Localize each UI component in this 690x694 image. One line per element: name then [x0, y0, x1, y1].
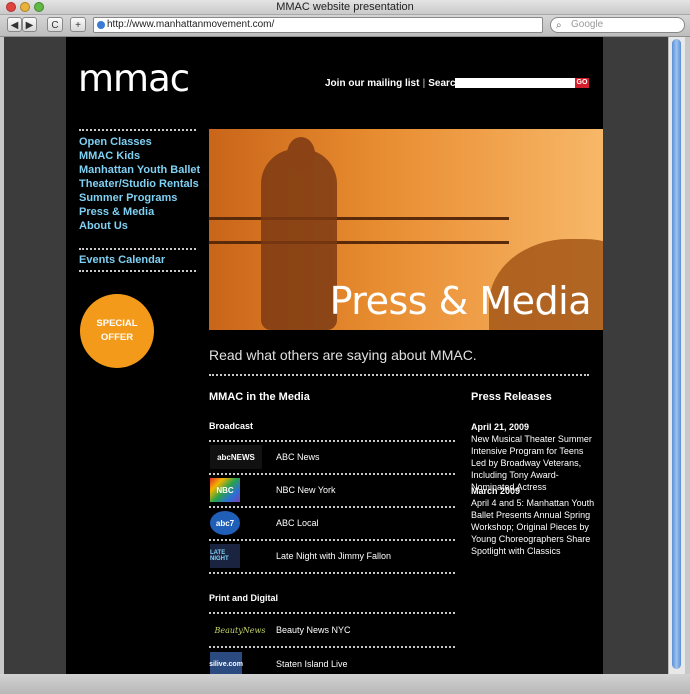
- si-live-logo: silive.com: [209, 652, 243, 674]
- media-name: ABC News: [276, 452, 320, 462]
- reload-button[interactable]: C: [47, 17, 63, 32]
- nav-divider: [79, 129, 196, 131]
- dancer-head: [287, 137, 315, 171]
- address-bar[interactable]: http://www.manhattanmovement.com/: [93, 17, 543, 33]
- globe-icon: [97, 21, 105, 29]
- vertical-scrollbar[interactable]: [668, 37, 685, 674]
- media-row-abc-news[interactable]: abcNEWS ABC News: [209, 442, 455, 472]
- media-name: NBC New York: [276, 485, 336, 495]
- title-bar: MMAC website presentation: [0, 0, 690, 15]
- hero-banner: Press & Media: [209, 129, 603, 330]
- press-releases-heading: Press Releases: [471, 391, 552, 403]
- main-nav: Open Classes MMAC Kids Manhattan Youth B…: [79, 135, 200, 233]
- media-name: Beauty News NYC: [276, 625, 351, 635]
- nav-events-calendar[interactable]: Events Calendar: [79, 253, 165, 267]
- media-name: Late Night with Jimmy Fallon: [276, 551, 392, 561]
- browser-toolbar: ◀ ▶ C + http://www.manhattanmovement.com…: [0, 15, 690, 37]
- nav-theater-studio-rentals[interactable]: Theater/Studio Rentals: [79, 177, 200, 191]
- press-release-text: New Musical Theater Summer Intensive Pro…: [471, 434, 592, 492]
- press-release-date: March 2009: [471, 486, 521, 496]
- site-page: mmac Join our mailing list | Search: GO Op…: [66, 37, 603, 674]
- nbc-logo: NBC: [210, 478, 240, 502]
- dancer-figure: [261, 149, 337, 330]
- search-placeholder: Google: [571, 19, 604, 30]
- row-divider: [209, 572, 455, 574]
- media-row-late-night[interactable]: LATE NIGHT Late Night with Jimmy Fallon: [209, 541, 455, 571]
- row-divider: [209, 646, 455, 648]
- forward-button[interactable]: ▶: [22, 17, 37, 32]
- nav-open-classes[interactable]: Open Classes: [79, 135, 200, 149]
- window-title: MMAC website presentation: [276, 1, 414, 13]
- broadcast-heading: Broadcast: [209, 421, 254, 431]
- mailing-list-link[interactable]: Join our mailing list: [325, 78, 419, 89]
- media-row-beauty-news[interactable]: BeautyNews Beauty News NYC: [209, 615, 455, 645]
- calendar-nav: Events Calendar: [79, 253, 165, 267]
- media-row-si-live[interactable]: silive.com Staten Island Live: [209, 649, 455, 674]
- magnifier-icon: ⌕: [556, 20, 562, 31]
- media-heading: MMAC in the Media: [209, 391, 310, 403]
- nav-divider: [79, 270, 196, 272]
- late-night-logo: LATE NIGHT: [210, 544, 240, 568]
- press-release-item[interactable]: March 2009 April 4 and 5: Manhattan Yout…: [471, 485, 596, 557]
- status-bar: [0, 674, 690, 694]
- media-name: ABC Local: [276, 518, 319, 528]
- press-release-date: April 21, 2009: [471, 422, 530, 432]
- add-bookmark-button[interactable]: +: [70, 17, 86, 32]
- ballet-barre: [209, 241, 509, 244]
- go-button[interactable]: GO: [575, 78, 589, 88]
- header-separator: |: [422, 78, 426, 89]
- row-divider: [209, 612, 455, 614]
- abc-news-logo: abcNEWS: [210, 445, 262, 469]
- logo-text: mmac: [78, 57, 190, 100]
- page-tagline: Read what others are saying about MMAC.: [209, 347, 477, 363]
- abc7-logo: abc7: [210, 511, 240, 535]
- nav-mmac-kids[interactable]: MMAC Kids: [79, 149, 200, 163]
- special-line-2: OFFER: [100, 332, 134, 343]
- nav-about-us[interactable]: About Us: [79, 219, 200, 233]
- beauty-news-logo: BeautyNews: [214, 625, 266, 635]
- site-search-input[interactable]: [455, 78, 575, 88]
- web-viewport: mmac Join our mailing list | Search: GO Op…: [4, 37, 668, 674]
- media-name: Staten Island Live: [276, 659, 348, 669]
- ballet-barre: [209, 217, 509, 220]
- nav-summer-programs[interactable]: Summer Programs: [79, 191, 200, 205]
- special-line-1: SPECIAL: [96, 318, 138, 329]
- address-text: http://www.manhattanmovement.com/: [107, 19, 275, 30]
- media-row-nbc[interactable]: NBC NBC New York: [209, 475, 455, 505]
- mmac-logo[interactable]: mmac: [78, 57, 190, 100]
- hero-title: Press & Media: [329, 279, 592, 323]
- back-button[interactable]: ◀: [7, 17, 22, 32]
- scrollbar-thumb[interactable]: [672, 39, 681, 669]
- print-heading: Print and Digital: [209, 593, 279, 603]
- nav-manhattan-youth-ballet[interactable]: Manhattan Youth Ballet: [79, 163, 200, 177]
- media-row-abc-local[interactable]: abc7 ABC Local: [209, 508, 455, 538]
- url-refresh-icon: [544, 17, 548, 32]
- content-divider: [209, 374, 589, 376]
- browser-window: MMAC website presentation ◀ ▶ C + http:/…: [0, 0, 690, 694]
- press-release-item[interactable]: April 21, 2009 New Musical Theater Summe…: [471, 421, 596, 493]
- nav-divider: [79, 248, 196, 250]
- browser-search-field[interactable]: ⌕ Google: [550, 17, 685, 33]
- press-release-text: April 4 and 5: Manhattan Youth Ballet Pr…: [471, 498, 595, 556]
- nav-press-media[interactable]: Press & Media: [79, 205, 200, 219]
- header-links: Join our mailing list | Search:: [325, 78, 465, 89]
- special-offer-button[interactable]: SPECIAL OFFER: [80, 294, 154, 368]
